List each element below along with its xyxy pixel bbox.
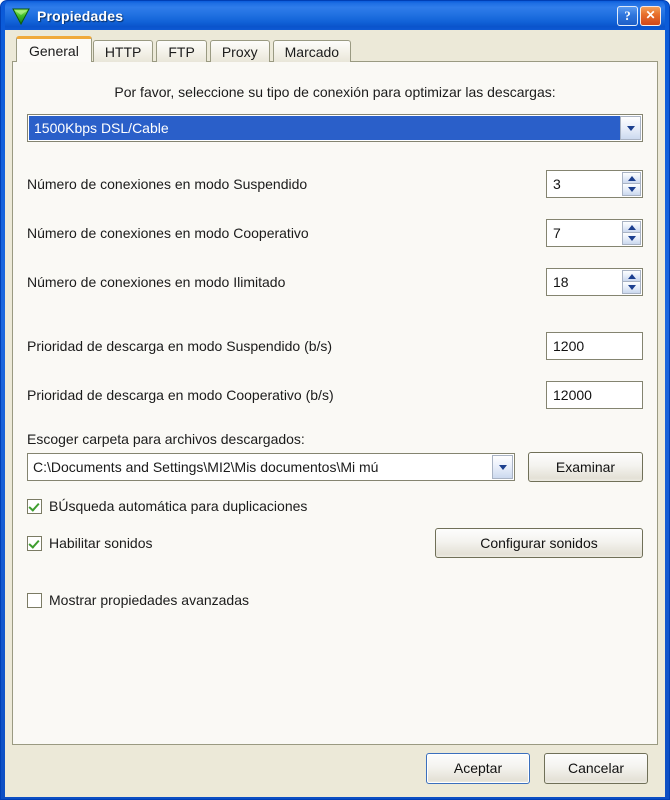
- download-folder-path: C:\Documents and Settings\MI2\Mis docume…: [33, 459, 379, 475]
- label-connections-suspendido: Número de conexiones en modo Suspendido: [27, 176, 308, 192]
- chevron-down-icon[interactable]: [622, 233, 641, 245]
- checkbox-icon[interactable]: [27, 498, 42, 514]
- connection-type-select[interactable]: 1500Kbps DSL/Cable: [27, 114, 643, 142]
- browse-button[interactable]: Examinar: [528, 452, 643, 482]
- spinner-connections-ilimitado[interactable]: 18: [546, 268, 643, 296]
- label-connections-ilimitado: Número de conexiones en modo Ilimitado: [27, 274, 286, 290]
- checkbox-enable-sounds-label: Habilitar sonidos: [49, 535, 153, 551]
- label-connections-cooperativo: Número de conexiones en modo Cooperativo: [27, 225, 309, 241]
- row-priority-suspendido: Prioridad de descarga en modo Suspendido…: [27, 332, 643, 360]
- dialog-footer: Aceptar Cancelar: [12, 745, 658, 791]
- tab-ftp[interactable]: FTP: [156, 40, 207, 62]
- connections-group: Número de conexiones en modo Suspendido …: [27, 170, 643, 296]
- configure-sounds-button-label: Configurar sonidos: [480, 535, 598, 551]
- tab-marcado-label: Marcado: [284, 43, 340, 60]
- help-icon: ?: [624, 7, 631, 23]
- download-folder-select[interactable]: C:\Documents and Settings\MI2\Mis docume…: [27, 453, 515, 481]
- tab-proxy[interactable]: Proxy: [209, 40, 270, 62]
- spinner-connections-ilimitado-value: 18: [553, 274, 569, 290]
- spinner-buttons: [622, 172, 641, 196]
- chevron-down-icon[interactable]: [622, 282, 641, 294]
- checkbox-enable-sounds[interactable]: Habilitar sonidos: [27, 535, 153, 551]
- cancel-button[interactable]: Cancelar: [544, 752, 648, 784]
- cancel-button-label: Cancelar: [567, 760, 625, 776]
- spinner-connections-cooperativo-value: 7: [553, 225, 561, 241]
- spinner-buttons: [622, 270, 641, 294]
- tab-proxy-label: Proxy: [221, 43, 258, 60]
- spinner-connections-suspendido-value: 3: [553, 176, 561, 192]
- tab-panel-general: Por favor, seleccione su tipo de conexió…: [12, 61, 658, 745]
- priority-cooperativo-input[interactable]: 12000: [546, 381, 643, 409]
- window-title: Propiedades: [37, 7, 124, 24]
- chevron-down-icon[interactable]: [492, 455, 513, 479]
- checkbox-icon[interactable]: [27, 592, 42, 608]
- tab-http-label: HTTP: [104, 43, 142, 60]
- spinner-buttons: [622, 221, 641, 245]
- row-connections-suspendido: Número de conexiones en modo Suspendido …: [27, 170, 643, 198]
- download-folder-label: Escoger carpeta para archivos descargado…: [27, 431, 305, 447]
- green-download-triangle-icon: [11, 6, 31, 26]
- connection-hint: Por favor, seleccione su tipo de conexió…: [114, 84, 556, 100]
- priority-suspendido-input[interactable]: 1200: [546, 332, 643, 360]
- close-button[interactable]: ✕: [640, 5, 661, 26]
- tab-ftp-label: FTP: [168, 43, 195, 60]
- configure-sounds-button[interactable]: Configurar sonidos: [435, 528, 643, 558]
- help-button[interactable]: ?: [617, 5, 638, 26]
- checkbox-auto-duplicate-search-label: BÚsqueda automática para duplicaciones: [49, 498, 308, 514]
- chevron-down-icon[interactable]: [620, 116, 641, 140]
- checkbox-show-advanced-label: Mostrar propiedades avanzadas: [49, 592, 250, 608]
- tab-strip: General HTTP FTP Proxy Marcado: [12, 36, 658, 62]
- chevron-down-icon[interactable]: [622, 184, 641, 196]
- spinner-connections-cooperativo[interactable]: 7: [546, 219, 643, 247]
- row-priority-cooperativo: Prioridad de descarga en modo Cooperativ…: [27, 381, 643, 409]
- checkbox-show-advanced[interactable]: Mostrar propiedades avanzadas: [27, 592, 643, 608]
- tab-general-label: General: [29, 42, 79, 59]
- close-icon: ✕: [645, 7, 656, 22]
- spinner-connections-suspendido[interactable]: 3: [546, 170, 643, 198]
- chevron-up-icon[interactable]: [622, 270, 641, 282]
- properties-dialog-window: Propiedades ? ✕ General HTTP FTP Proxy M…: [0, 0, 670, 800]
- checkbox-icon[interactable]: [27, 535, 42, 551]
- tab-general[interactable]: General: [16, 36, 92, 62]
- checkbox-auto-duplicate-search[interactable]: BÚsqueda automática para duplicaciones: [27, 498, 643, 514]
- tab-http[interactable]: HTTP: [92, 40, 154, 62]
- download-folder-row: C:\Documents and Settings\MI2\Mis docume…: [27, 452, 643, 482]
- row-connections-ilimitado: Número de conexiones en modo Ilimitado 1…: [27, 268, 643, 296]
- connection-type-value: 1500Kbps DSL/Cable: [29, 116, 620, 140]
- tab-marcado[interactable]: Marcado: [272, 40, 352, 62]
- title-bar: Propiedades ? ✕: [5, 1, 665, 30]
- priorities-group: Prioridad de descarga en modo Suspendido…: [27, 332, 643, 409]
- browse-button-label: Examinar: [555, 459, 616, 475]
- chevron-up-icon[interactable]: [622, 221, 641, 233]
- label-priority-cooperativo: Prioridad de descarga en modo Cooperativ…: [27, 387, 334, 403]
- dialog-body: General HTTP FTP Proxy Marcado Por favor…: [5, 30, 665, 797]
- accept-button-label: Aceptar: [453, 760, 503, 776]
- accept-button[interactable]: Aceptar: [426, 752, 530, 784]
- chevron-up-icon[interactable]: [622, 172, 641, 184]
- label-priority-suspendido: Prioridad de descarga en modo Suspendido…: [27, 338, 333, 354]
- row-connections-cooperativo: Número de conexiones en modo Cooperativo…: [27, 219, 643, 247]
- sounds-row: Habilitar sonidos Configurar sonidos: [27, 528, 643, 558]
